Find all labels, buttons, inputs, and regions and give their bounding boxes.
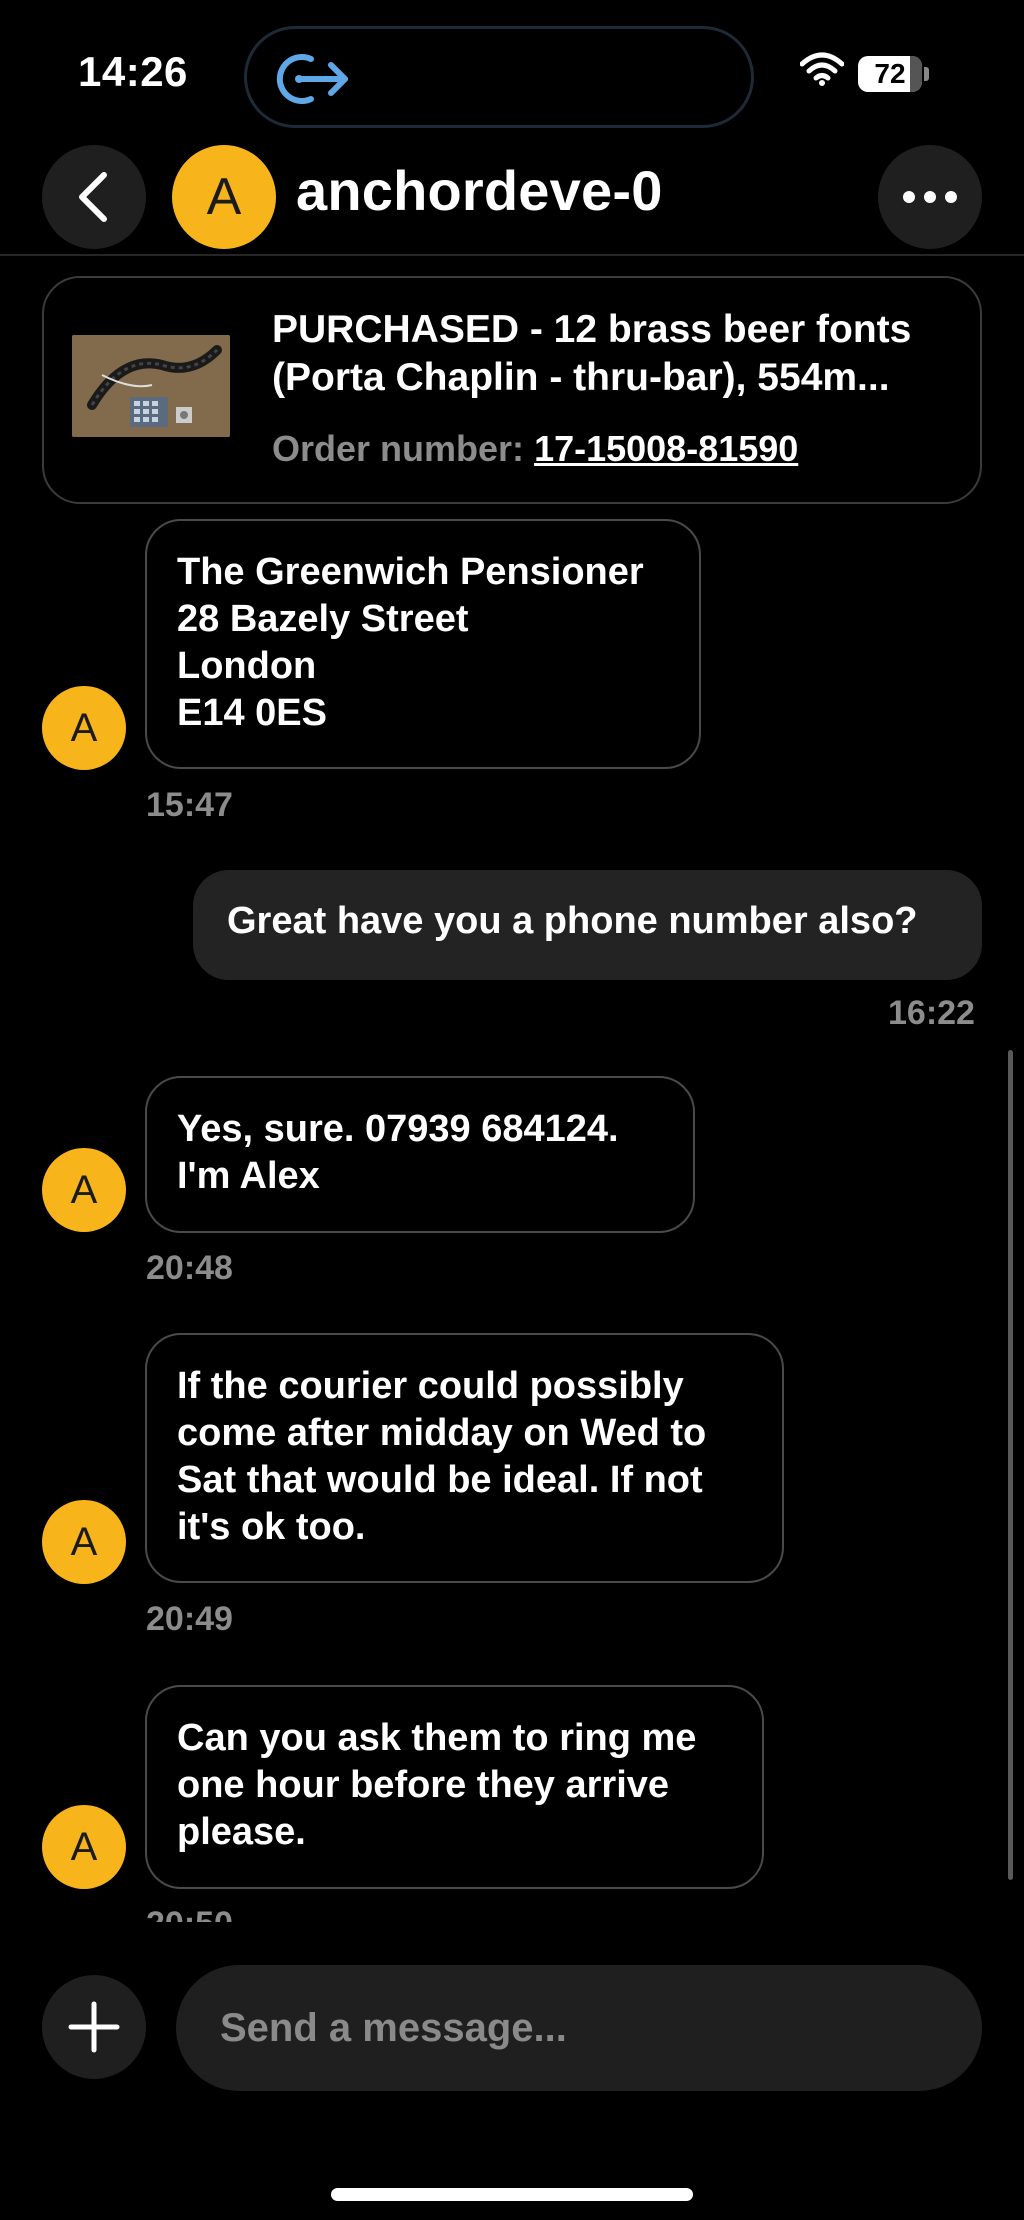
scrollbar[interactable] [1008, 1050, 1013, 1880]
message-timestamp: 15:47 [146, 786, 233, 824]
battery-level: 72 [874, 58, 906, 89]
message-timestamp: 20:50 [146, 1905, 233, 1922]
message-bubble[interactable]: Great have you a phone number also? [193, 870, 982, 980]
battery-icon: 72 [858, 56, 929, 92]
message-bubble[interactable]: If the courier could possibly come after… [145, 1333, 784, 1583]
message-timestamp: 20:49 [146, 1600, 233, 1638]
message-bubble[interactable]: Can you ask them to ring me one hour bef… [145, 1685, 764, 1889]
share-arrow-icon [276, 54, 348, 104]
avatar[interactable]: A [42, 1500, 126, 1584]
order-title[interactable]: PURCHASED - 12 brass beer fonts (Porta C… [272, 306, 952, 402]
dynamic-island[interactable] [244, 26, 754, 128]
back-button[interactable] [42, 145, 146, 249]
order-thumbnail [72, 335, 230, 437]
avatar[interactable]: A [42, 686, 126, 770]
chevron-left-icon [79, 172, 107, 222]
avatar[interactable]: A [42, 1805, 126, 1889]
page-title[interactable]: anchordeve-0 [296, 158, 663, 223]
plus-icon [68, 2001, 120, 2053]
avatar[interactable]: A [42, 1148, 126, 1232]
status-time: 14:26 [78, 48, 188, 95]
message-timestamp: 16:22 [888, 994, 975, 1032]
message-bubble[interactable]: The Greenwich Pensioner 28 Bazely Street… [145, 519, 701, 769]
add-attachment-button[interactable] [42, 1975, 146, 2079]
order-number-link[interactable]: 17-15008-81590 [534, 428, 798, 469]
more-options-button[interactable] [878, 145, 982, 249]
message-list[interactable]: The Greenwich Pensioner 28 Bazely Street… [0, 500, 1024, 1922]
home-indicator[interactable] [331, 2188, 693, 2201]
order-number-label: Order number: [272, 428, 525, 469]
order-number: Order number: 17-15008-81590 [272, 428, 798, 470]
message-timestamp: 20:48 [146, 1249, 233, 1287]
wifi-icon [799, 52, 845, 91]
message-input[interactable] [218, 2004, 982, 2052]
more-horizontal-icon [903, 191, 957, 203]
avatar[interactable]: A [172, 145, 276, 249]
message-composer[interactable] [176, 1965, 982, 2091]
header-divider [0, 254, 1024, 256]
message-bubble[interactable]: Yes, sure. 07939 684124. I'm Alex [145, 1076, 695, 1233]
